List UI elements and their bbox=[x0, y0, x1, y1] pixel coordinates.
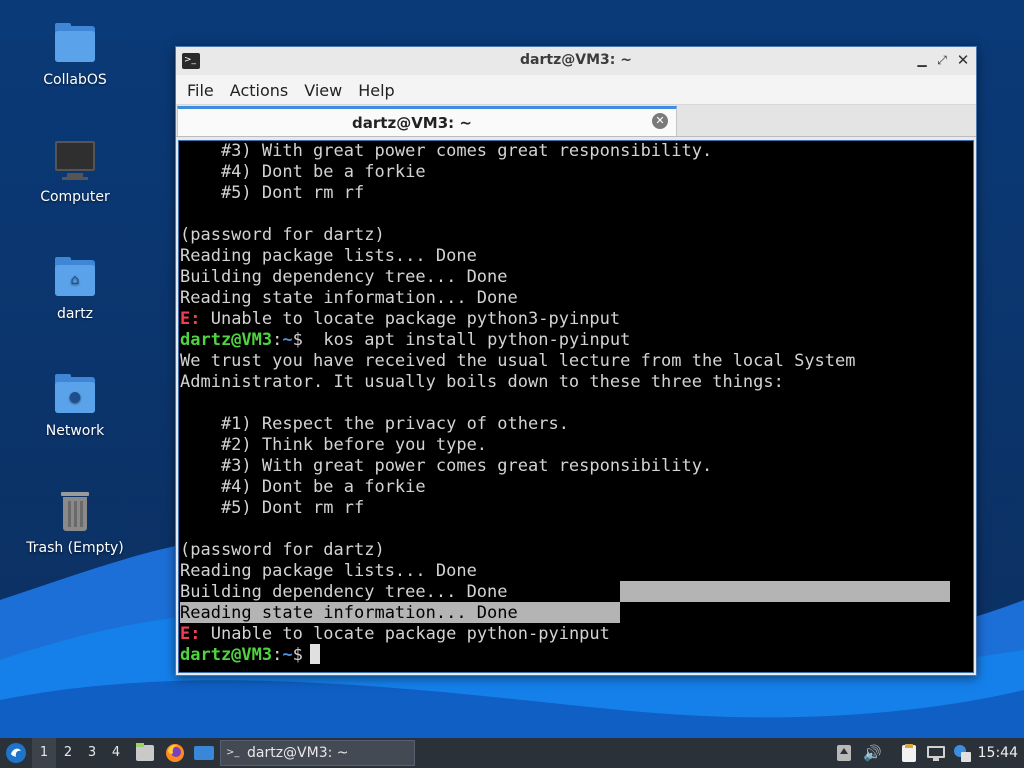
tab-bar: dartz@VM3: ~ ✕ bbox=[176, 105, 976, 137]
desktop-icon-label: dartz bbox=[56, 306, 94, 322]
terminal-line: (password for dartz) bbox=[180, 540, 385, 560]
window-titlebar[interactable]: >_ dartz@VM3: ~ ▁ ⤢ ✕ bbox=[176, 47, 976, 75]
terminal-line: #2) Think before you type. bbox=[180, 435, 488, 455]
terminal-line: Reading package lists... Done bbox=[180, 246, 477, 266]
terminal-line: #3) With great power comes great respons… bbox=[180, 456, 713, 476]
terminal-line-selected: Reading state information... Done bbox=[180, 603, 518, 623]
desktop-icon-computer[interactable]: Computer bbox=[20, 139, 130, 205]
desktop-icon-label: Network bbox=[45, 423, 105, 439]
home-folder-icon: ⌂ bbox=[53, 256, 97, 300]
network-folder-icon: ● bbox=[53, 373, 97, 417]
prompt-user: dartz@VM3 bbox=[180, 330, 273, 350]
task-label: dartz@VM3: ~ bbox=[247, 745, 349, 761]
terminal-line: Building dependency tree... Done bbox=[180, 267, 508, 287]
maximize-icon[interactable]: ⤢ bbox=[934, 52, 950, 68]
prompt-path: ~ bbox=[282, 330, 293, 350]
terminal-line: #5) Dont rm rf bbox=[180, 183, 365, 203]
terminal-line: #4) Dont be a forkie bbox=[180, 477, 426, 497]
tab-close-icon[interactable]: ✕ bbox=[652, 113, 668, 129]
prompt-path: ~ bbox=[282, 645, 293, 665]
terminal-task-icon: >_ bbox=[226, 747, 240, 758]
menu-file[interactable]: File bbox=[179, 75, 222, 105]
desktop-icon-label: Trash (Empty) bbox=[26, 540, 124, 556]
terminal-window[interactable]: >_ dartz@VM3: ~ ▁ ⤢ ✕ File Actions View Hel… bbox=[175, 46, 977, 676]
menu-view[interactable]: View bbox=[296, 75, 350, 105]
terminal-line: #3) With great power comes great respons… bbox=[180, 141, 713, 161]
folder-icon bbox=[53, 22, 97, 66]
monitor-icon bbox=[53, 139, 97, 183]
error-message: Unable to locate package python-pyinput bbox=[200, 624, 610, 644]
prompt-user: dartz@VM3 bbox=[180, 645, 273, 665]
terminal-error-line: E: Unable to locate package python-pyinp… bbox=[180, 624, 610, 645]
tab-terminal[interactable]: dartz@VM3: ~ ✕ bbox=[177, 106, 677, 136]
clipboard-icon[interactable] bbox=[900, 744, 918, 762]
desktop-icon-network[interactable]: ● Network bbox=[20, 373, 130, 439]
firefox-icon[interactable] bbox=[163, 738, 187, 768]
desktop-icon-trash[interactable]: Trash (Empty) bbox=[20, 490, 130, 556]
window-title: dartz@VM3: ~ bbox=[520, 52, 632, 68]
trash-icon bbox=[53, 490, 97, 534]
workspace-3[interactable]: 3 bbox=[80, 738, 104, 768]
menu-actions[interactable]: Actions bbox=[222, 75, 296, 105]
start-menu-icon[interactable] bbox=[4, 738, 28, 768]
volume-icon[interactable]: 🔊 bbox=[863, 744, 882, 762]
terminal-line: Administrator. It usually boils down to … bbox=[180, 372, 784, 392]
error-prefix: E: bbox=[180, 309, 201, 329]
terminal-output[interactable]: #3) With great power comes great respons… bbox=[178, 140, 974, 673]
terminal-line: #5) Dont rm rf bbox=[180, 498, 365, 518]
terminal-line: #1) Respect the privacy of others. bbox=[180, 414, 569, 434]
terminal-line: Reading state information... Done bbox=[180, 288, 518, 308]
workspace-1[interactable]: 1 bbox=[32, 738, 56, 768]
terminal-command-line: dartz@VM3:~$ kos apt install python-pyin… bbox=[180, 330, 630, 351]
desktop-icon-collabos[interactable]: CollabOS bbox=[20, 22, 130, 88]
taskbar-task-terminal[interactable]: >_ dartz@VM3: ~ bbox=[220, 740, 415, 766]
notification-icon[interactable] bbox=[953, 744, 971, 762]
error-message: Unable to locate package python3-pyinput bbox=[200, 309, 621, 329]
desktop-icon-dartz[interactable]: ⌂ dartz bbox=[20, 256, 130, 322]
clock[interactable]: 15:44 bbox=[978, 738, 1018, 768]
terminal-cursor bbox=[310, 644, 320, 664]
file-manager-icon[interactable] bbox=[133, 738, 157, 768]
terminal-prompt-line: dartz@VM3:~$ bbox=[180, 645, 313, 666]
desktop-icon-label: CollabOS bbox=[43, 72, 107, 88]
tab-label: dartz@VM3: ~ bbox=[352, 114, 472, 132]
close-icon[interactable]: ✕ bbox=[955, 52, 971, 68]
prompt-symbol: $ bbox=[292, 330, 314, 350]
show-desktop-icon[interactable] bbox=[192, 738, 216, 768]
terminal-error-line: E: Unable to locate package python3-pyin… bbox=[180, 309, 620, 330]
menu-help[interactable]: Help bbox=[350, 75, 402, 105]
terminal-line: (password for dartz) bbox=[180, 225, 385, 245]
selection-highlight bbox=[620, 581, 950, 602]
update-icon[interactable] bbox=[835, 744, 853, 762]
workspace-2[interactable]: 2 bbox=[56, 738, 80, 768]
desktop-icon-label: Computer bbox=[40, 189, 110, 205]
minimize-icon[interactable]: ▁ bbox=[914, 52, 930, 68]
terminal-line: Building dependency tree... Done bbox=[180, 582, 508, 602]
menu-bar: File Actions View Help bbox=[176, 75, 976, 105]
prompt-separator: : bbox=[272, 330, 283, 350]
network-icon[interactable] bbox=[927, 744, 945, 762]
workspace-4[interactable]: 4 bbox=[104, 738, 128, 768]
command-text: kos apt install python-pyinput bbox=[313, 330, 631, 350]
error-prefix: E: bbox=[180, 624, 201, 644]
prompt-separator: : bbox=[272, 645, 283, 665]
terminal-line: #4) Dont be a forkie bbox=[180, 162, 426, 182]
taskbar: 1 2 3 4 >_ dartz@VM3: ~ 🔊 15:44 bbox=[0, 738, 1024, 768]
terminal-line: Reading package lists... Done bbox=[180, 561, 477, 581]
terminal-line: We trust you have received the usual lec… bbox=[180, 351, 856, 371]
